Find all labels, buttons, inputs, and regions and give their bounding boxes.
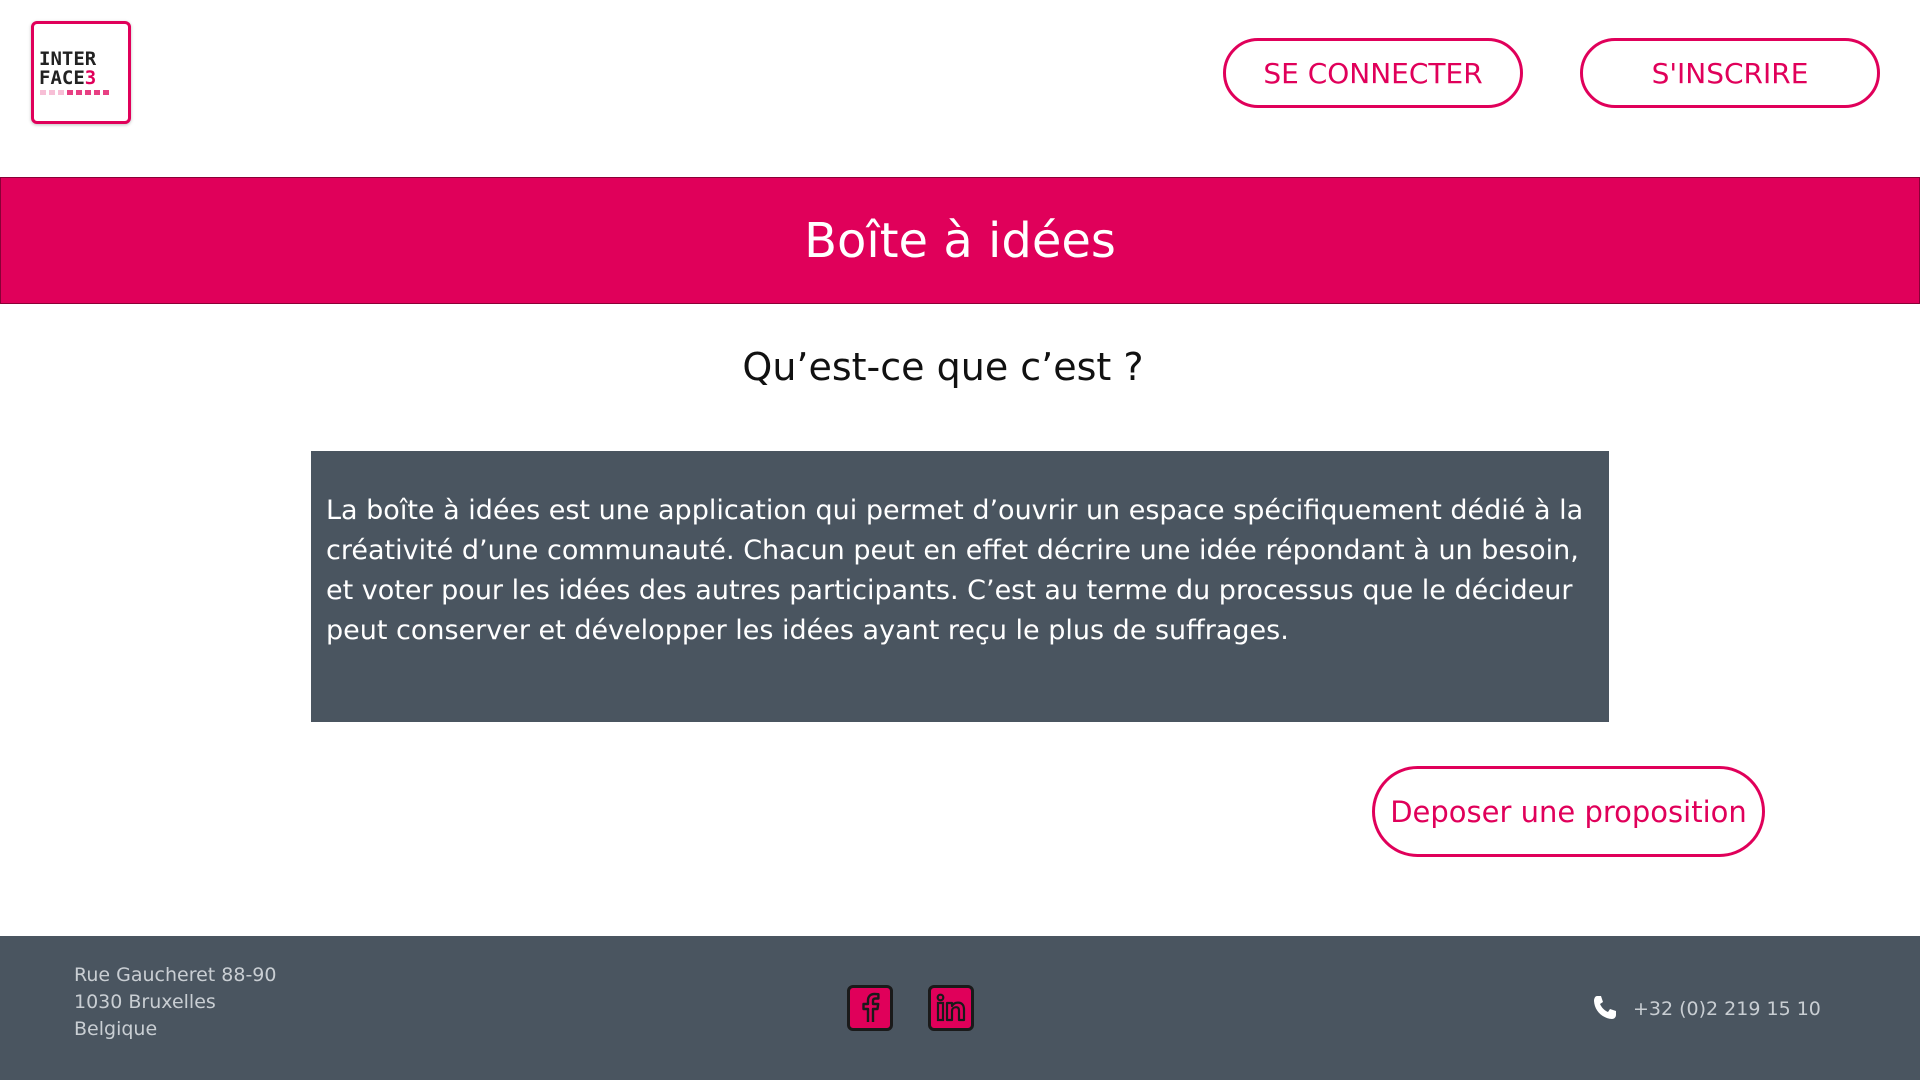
address-country: Belgique	[74, 1018, 158, 1040]
header: INTER FACE3 SE CONNECTER S'INSCRIRE	[0, 0, 1920, 177]
address-street: Rue Gaucheret 88-90	[74, 964, 277, 986]
footer-address: Rue Gaucheret 88-90 1030 Bruxelles Belgi…	[74, 962, 277, 1043]
footer: Rue Gaucheret 88-90 1030 Bruxelles Belgi…	[0, 936, 1920, 1080]
address-city: 1030 Bruxelles	[74, 991, 216, 1013]
logo-dots	[40, 90, 110, 96]
login-button[interactable]: SE CONNECTER	[1223, 38, 1523, 108]
submit-proposal-button[interactable]: Deposer une proposition	[1372, 766, 1765, 857]
interface3-logo[interactable]: INTER FACE3	[31, 21, 131, 124]
description-text: La boîte à idées est une application qui…	[326, 495, 1584, 646]
phone-number[interactable]: +32 (0)2 219 15 10	[1633, 998, 1821, 1020]
linkedin-icon[interactable]	[928, 985, 974, 1031]
facebook-icon[interactable]	[847, 985, 893, 1031]
description-box: La boîte à idées est une application qui…	[311, 451, 1609, 722]
page-banner: Boîte à idées	[0, 177, 1920, 304]
page-title: Boîte à idées	[804, 212, 1116, 269]
logo-text-bottom: FACE3	[39, 67, 97, 89]
phone-icon	[1594, 996, 1616, 1019]
section-subtitle: Qu’est-ce que c’est ?	[742, 345, 1144, 389]
signup-button[interactable]: S'INSCRIRE	[1580, 38, 1880, 108]
